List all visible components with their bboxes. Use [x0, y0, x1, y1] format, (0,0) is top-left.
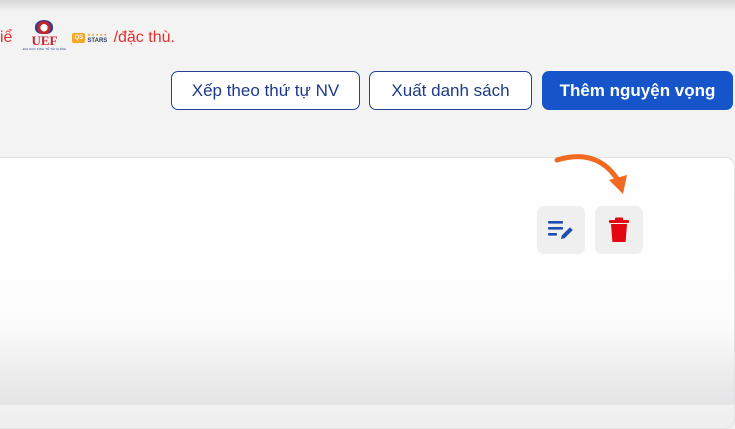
export-list-button[interactable]: Xuất danh sách — [369, 71, 532, 110]
top-shadow — [0, 0, 735, 12]
pointer-arrow-icon — [554, 154, 627, 194]
notice-text-start: iể — [0, 29, 13, 46]
notice-text-end: /đặc thù. — [113, 29, 175, 46]
uef-crest-icon — [35, 20, 54, 34]
trash-icon — [609, 217, 629, 242]
edit-button[interactable] — [537, 206, 585, 254]
notice-line: iể UEF ĐẠI HỌC KINH TẾ TÀI CHÍNH QS ★★★★… — [0, 18, 175, 58]
qs-badge: QS — [72, 33, 86, 43]
sort-by-priority-button[interactable]: Xếp theo thứ tự NV — [171, 71, 360, 110]
qs-stars-mark: ★★★★★ STARS — [87, 32, 107, 44]
qs-stars-word: STARS — [87, 38, 108, 44]
uef-logo: UEF ĐẠI HỌC KINH TẾ TÀI CHÍNH — [22, 20, 67, 56]
qs-stars-logo: QS ★★★★★ STARS — [72, 32, 107, 44]
add-aspiration-button[interactable]: Thêm nguyện vọng — [542, 71, 733, 110]
edit-list-icon — [548, 221, 573, 239]
delete-button[interactable] — [595, 206, 643, 254]
uef-logo-letters: UEF — [31, 33, 58, 48]
uef-logo-caption: ĐẠI HỌC KINH TẾ TÀI CHÍNH — [22, 47, 67, 51]
